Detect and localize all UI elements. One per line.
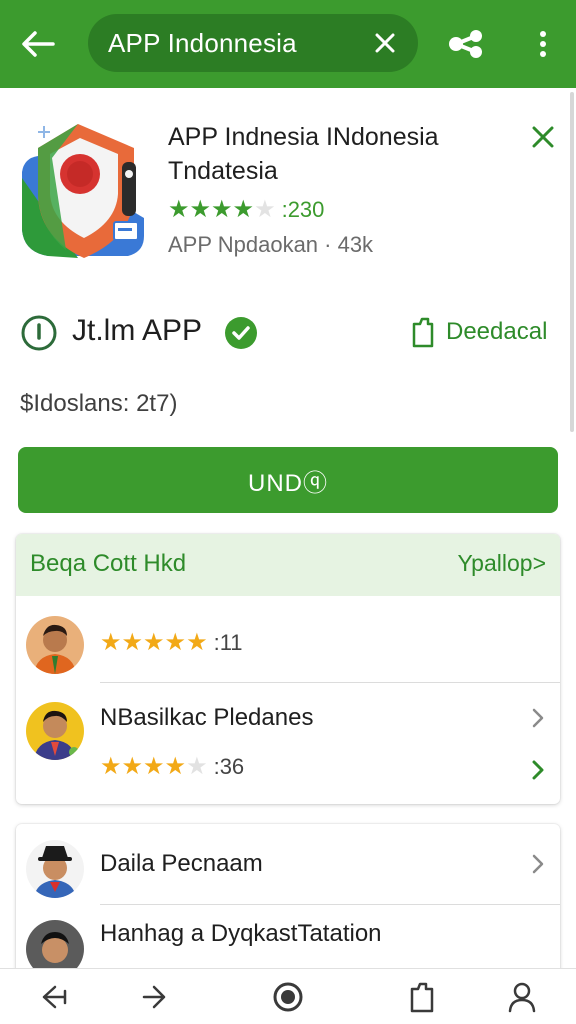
- star-filled-icon: ★: [211, 196, 233, 223]
- nav-back-button[interactable]: [32, 979, 76, 1015]
- forward-icon: [142, 985, 166, 1009]
- more-options-button[interactable]: [526, 24, 560, 64]
- divider: [100, 682, 560, 683]
- arrow-left-icon: [22, 31, 55, 57]
- profile-icon: [508, 982, 536, 1013]
- avatar[interactable]: [26, 702, 84, 760]
- close-icon: [375, 33, 395, 53]
- star-filled-icon: ★: [186, 629, 208, 656]
- clear-search-button[interactable]: [370, 28, 400, 58]
- avatar[interactable]: [26, 840, 84, 898]
- scrollbar[interactable]: [570, 92, 574, 432]
- star-empty-icon: ★: [254, 196, 276, 223]
- install-button[interactable]: UNDⓠ: [18, 447, 558, 513]
- star-filled-icon: ★: [164, 629, 187, 656]
- star-filled-icon: ★: [143, 629, 165, 656]
- see-all-link[interactable]: Ypallop>: [458, 550, 546, 577]
- home-record-icon: [273, 982, 303, 1012]
- nav-profile-button[interactable]: [500, 979, 544, 1015]
- review-count: :36: [213, 754, 245, 779]
- search-input-value: APP Indonnesia: [108, 27, 297, 58]
- close-icon: [532, 126, 554, 148]
- rating-count: :230: [281, 197, 325, 222]
- section-header: Beqa Cott Hkd Ypallop>: [16, 534, 560, 596]
- section-title: Beqa Cott Hkd: [30, 550, 187, 577]
- verified-check-icon: [225, 317, 257, 349]
- bottom-navigation: [0, 968, 576, 1024]
- share-button[interactable]: [444, 24, 488, 64]
- star-filled-icon: ★: [164, 753, 187, 780]
- rating-stars: ★ ★ ★ ★ ★: [100, 755, 208, 779]
- star-filled-icon: ★: [121, 753, 144, 780]
- star-filled-icon: ★: [143, 753, 165, 780]
- chevron-right-icon[interactable]: [526, 852, 550, 876]
- star-filled-icon: ★: [232, 196, 255, 223]
- back-button[interactable]: [18, 24, 58, 64]
- rating-stars: ★ ★ ★ ★ ★: [100, 631, 208, 655]
- developer-action-button[interactable]: Deedacal: [408, 316, 547, 348]
- reviews-card: Beqa Cott Hkd Ypallop> ★ ★ ★ ★ ★ :11 NBasilk…: [16, 534, 560, 804]
- review-count: :11: [213, 630, 243, 655]
- review-rating: ★ ★ ★ ★ ★ :36: [100, 754, 244, 780]
- chevron-right-icon[interactable]: [526, 758, 550, 782]
- search-field[interactable]: APP Indonnesia: [88, 14, 418, 72]
- back-nav-icon: [42, 985, 67, 1009]
- developer-name[interactable]: Jt.lm APP: [72, 314, 202, 348]
- star-filled-icon: ★: [121, 629, 144, 656]
- app-rating: ★ ★ ★ ★ ★ :230: [168, 196, 324, 224]
- list-item-name[interactable]: Hanhag a DyqkastTatation: [100, 920, 382, 948]
- nav-home-button[interactable]: [266, 979, 310, 1015]
- top-app-bar: APP Indonnesia: [0, 0, 576, 88]
- bookmark-icon: [412, 317, 434, 348]
- avatar[interactable]: [26, 616, 84, 674]
- chevron-right-icon[interactable]: [526, 706, 550, 730]
- nav-tabs-button[interactable]: [400, 979, 444, 1015]
- review-rating: ★ ★ ★ ★ ★ :11: [100, 630, 243, 656]
- app-shield-icon[interactable]: [18, 118, 150, 260]
- list-item-name[interactable]: Daila Pecnaam: [100, 850, 263, 878]
- star-filled-icon: ★: [168, 196, 190, 223]
- developer-action-label: Deedacal: [446, 318, 548, 345]
- star-filled-icon: ★: [100, 753, 122, 780]
- tabs-icon: [410, 982, 434, 1013]
- rating-stars: ★ ★ ★ ★ ★: [168, 198, 276, 222]
- star-empty-icon: ★: [186, 753, 208, 780]
- app-title: APP Indnesia INdonesia Tndatesia: [168, 123, 439, 185]
- more-vert-icon: [540, 31, 546, 57]
- info-icon[interactable]: [20, 314, 58, 352]
- dismiss-button[interactable]: [526, 120, 560, 154]
- reviewer-name[interactable]: NBasilkac Pledanes: [100, 704, 313, 732]
- list-card: Daila Pecnaam Hanhag a DyqkastTatation: [16, 824, 560, 984]
- app-subtitle: APP Npdaokan · 43k: [168, 232, 374, 257]
- downloads-text: $Idoslans: 2t7): [20, 390, 178, 417]
- star-filled-icon: ★: [100, 629, 122, 656]
- star-filled-icon: ★: [189, 196, 212, 223]
- share-icon: [449, 30, 482, 58]
- divider: [100, 904, 560, 905]
- nav-forward-button[interactable]: [132, 979, 176, 1015]
